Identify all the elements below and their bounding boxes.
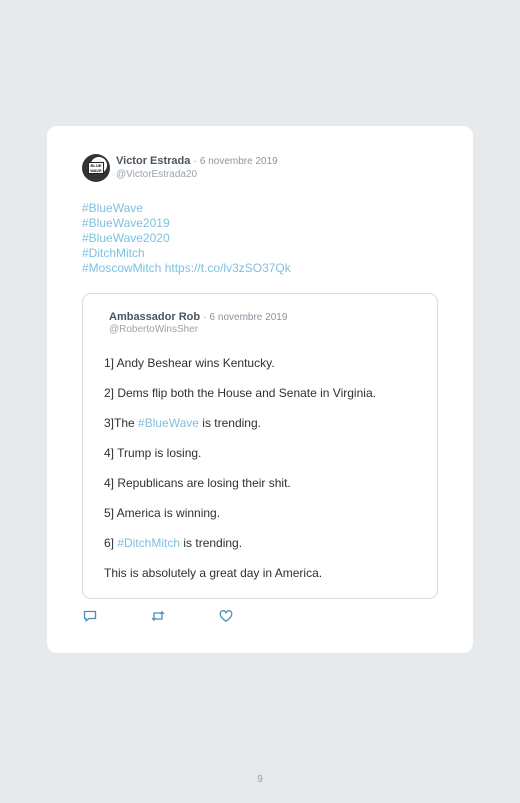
quoted-line: 2] Dems flip both the House and Senate i…: [104, 386, 376, 400]
hashtag-link[interactable]: #BlueWave: [138, 416, 199, 430]
hashtag-link-row: #MoscowMitch https://t.co/lv3zSO37Qk: [82, 261, 291, 276]
quoted-line: 4] Republicans are losing their shit.: [104, 476, 291, 490]
author-name-row: Victor Estrada · 6 novembre 2019: [116, 155, 278, 167]
heart-icon: [219, 610, 233, 622]
quoted-line-prefix: 6]: [104, 536, 118, 550]
retweet-icon: [151, 610, 165, 622]
avatar-badge: BLUE WAVE: [88, 162, 104, 174]
author-name[interactable]: Victor Estrada: [116, 155, 190, 167]
quoted-author-name[interactable]: Ambassador Rob: [109, 311, 200, 323]
quoted-line-suffix: is trending.: [198, 416, 261, 430]
hashtag-link[interactable]: #MoscowMitch: [82, 261, 161, 275]
page-number: 9: [257, 774, 263, 785]
quoted-tweet[interactable]: Ambassador Rob · 6 novembre 2019 @Robert…: [82, 293, 438, 599]
quoted-date: 6 novembre 2019: [209, 312, 288, 323]
quoted-line: 5] America is winning.: [104, 506, 221, 520]
quoted-author-handle[interactable]: @RobertoWinsSher: [109, 324, 198, 335]
quoted-author-row: Ambassador Rob · 6 novembre 2019: [109, 311, 287, 323]
quoted-line: 6] #DitchMitch is trending.: [104, 536, 376, 566]
quoted-date-separator: ·: [203, 312, 207, 323]
quoted-tweet-text: 1] Andy Beshear wins Kentucky. 2] Dems f…: [104, 356, 376, 596]
tweet-url-link[interactable]: https://t.co/lv3zSO37Qk: [165, 261, 291, 275]
like-button[interactable]: [218, 608, 234, 624]
quoted-line: 1] Andy Beshear wins Kentucky.: [104, 356, 275, 370]
author-handle[interactable]: @VictorEstrada20: [116, 169, 197, 180]
avatar[interactable]: BLUE WAVE: [82, 154, 110, 182]
hashtag-link[interactable]: #BlueWave2020: [82, 231, 291, 246]
quoted-line-prefix: 3]The: [104, 416, 139, 430]
quoted-line: 3]The #BlueWave is trending.: [104, 416, 376, 446]
hashtag-link[interactable]: #BlueWave: [82, 201, 291, 216]
quoted-line: 4] Trump is losing.: [104, 446, 202, 460]
quoted-line-suffix: is trending.: [180, 536, 243, 550]
quoted-line: This is absolutely a great day in Americ…: [104, 566, 323, 580]
retweet-button[interactable]: [150, 608, 166, 624]
author-date[interactable]: 6 novembre 2019: [200, 156, 278, 167]
hashtag-link[interactable]: #BlueWave2019: [82, 216, 291, 231]
author-date-separator: ·: [193, 156, 197, 167]
reply-icon: [83, 610, 97, 622]
tweet-card: BLUE WAVE Victor Estrada · 6 novembre 20…: [47, 126, 473, 653]
hashtag-link[interactable]: #DitchMitch: [117, 536, 180, 550]
hashtag-link[interactable]: #DitchMitch: [82, 246, 291, 261]
tweet-text: #BlueWave #BlueWave2019 #BlueWave2020 #D…: [82, 201, 291, 276]
reply-button[interactable]: [82, 608, 98, 624]
